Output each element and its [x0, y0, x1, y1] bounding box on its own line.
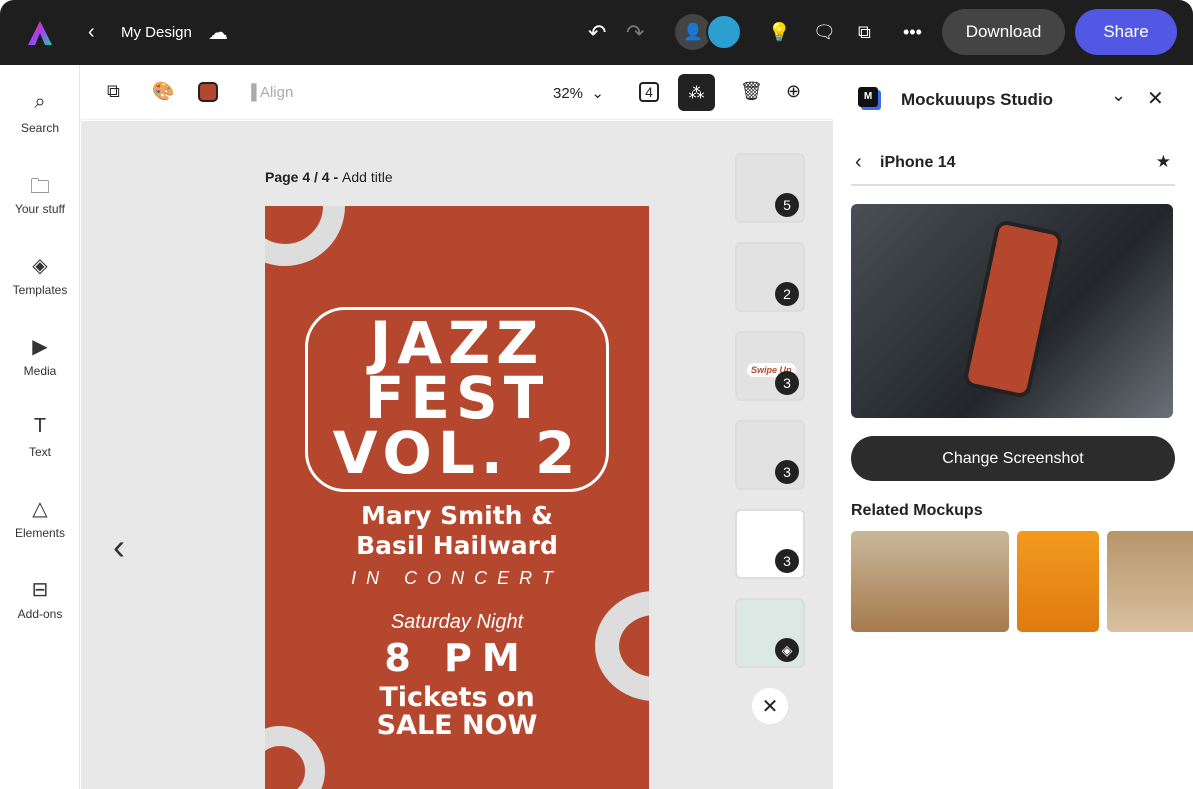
- page-thumbnail[interactable]: 2: [735, 242, 805, 312]
- more-icon[interactable]: •••: [903, 0, 922, 65]
- page-thumbnail[interactable]: ◈: [735, 598, 805, 668]
- zoom-dropdown[interactable]: 32% ⌄: [553, 84, 604, 102]
- templates-icon: ◈: [32, 255, 48, 277]
- tickets-text: Tickets on SALE NOW: [376, 682, 538, 741]
- share-comments-icon[interactable]: ⧉: [858, 0, 871, 65]
- folder-icon: 🗀: [30, 176, 50, 198]
- media-icon: ▶: [32, 336, 48, 358]
- palette-icon[interactable]: 🎨: [152, 81, 174, 102]
- reorder-icon[interactable]: ⁂: [678, 74, 715, 111]
- search-icon: ⌕: [34, 91, 46, 113]
- previous-page-icon[interactable]: ‹: [113, 526, 125, 568]
- canvas-toolbar: ⧉ 🎨 ▐ Align 32% ⌄ 4 ⁂ 🗑 ⊕: [81, 65, 833, 120]
- page-label: Page 4 / 4 - Add title: [265, 169, 393, 185]
- redo-icon[interactable]: ↷: [626, 0, 644, 65]
- sidebar-item-media[interactable]: ▶ Media: [0, 334, 80, 378]
- back-chevron-icon[interactable]: ‹: [88, 0, 95, 65]
- add-page-icon[interactable]: ⊕: [786, 81, 801, 102]
- mockup-preview-image: [851, 204, 1173, 418]
- add-title-link[interactable]: Add title: [342, 169, 393, 185]
- undo-icon[interactable]: ↶: [588, 0, 606, 65]
- adobe-express-logo[interactable]: [26, 0, 54, 65]
- sidebar-item-your-stuff[interactable]: 🗀 Your stuff: [0, 172, 80, 216]
- chevron-down-icon: ⌄: [587, 85, 604, 102]
- download-button[interactable]: Download: [942, 9, 1065, 55]
- elements-icon: △: [32, 498, 48, 520]
- day-text: Saturday Night: [390, 611, 524, 633]
- panel-title: Mockuuups Studio: [901, 90, 1054, 109]
- close-icon[interactable]: ✕: [1147, 86, 1164, 111]
- back-icon[interactable]: ‹: [855, 151, 862, 174]
- lightbulb-icon[interactable]: 💡: [768, 0, 790, 65]
- sidebar-item-add-ons[interactable]: ⊟ Add-ons: [0, 577, 80, 621]
- poster-page[interactable]: JAZZ FEST VOL. 2 Mary Smith & Basil Hailwar…: [265, 206, 649, 789]
- related-heading: Related Mockups: [851, 502, 983, 519]
- related-mockup[interactable]: [1017, 531, 1099, 632]
- related-mockup[interactable]: [851, 531, 1009, 632]
- design-title[interactable]: My Design: [121, 0, 192, 65]
- concert-text: IN CONCERT: [351, 568, 563, 588]
- related-mockup[interactable]: [1107, 531, 1193, 632]
- performers: Mary Smith & Basil Hailward: [356, 501, 558, 560]
- pages-icon[interactable]: 4: [639, 82, 659, 102]
- page-thumbnail[interactable]: Swipe Up 3: [735, 331, 805, 401]
- close-thumbnails-icon[interactable]: ✕: [752, 688, 788, 724]
- time-text: 8 PM: [384, 636, 530, 680]
- decor-shape: [265, 206, 345, 266]
- sidebar-item-text[interactable]: T Text: [0, 415, 80, 459]
- mockuuups-logo: M: [858, 87, 878, 107]
- fill-color-swatch[interactable]: [198, 82, 218, 102]
- comment-icon[interactable]: 🗨: [813, 0, 836, 65]
- canvas-area: Page 4 / 4 - Add title ‹ JAZZ FEST VOL. 2 …: [81, 121, 833, 789]
- top-bar: ‹ My Design ☁ ↶ ↷ 👤 💡 🗨 ⧉ ••• Download S…: [0, 0, 1193, 65]
- sidebar-item-elements[interactable]: △ Elements: [0, 496, 80, 540]
- resize-icon[interactable]: ⧉: [107, 81, 120, 102]
- chevron-down-icon[interactable]: ⌄: [1111, 85, 1126, 106]
- align-icon: ▐: [246, 84, 260, 101]
- page-thumbnail[interactable]: 3: [735, 420, 805, 490]
- share-button[interactable]: Share: [1075, 9, 1177, 55]
- mockup-header: ‹ iPhone 14 ★: [851, 151, 1175, 186]
- star-icon[interactable]: ★: [1156, 152, 1171, 172]
- align-button[interactable]: ▐ Align: [246, 84, 293, 101]
- addons-icon: ⊟: [31, 579, 49, 601]
- mockuuups-panel: M Mockuuups Studio ⌄ ✕ ‹ iPhone 14 ★ Cha…: [833, 65, 1193, 789]
- trash-icon[interactable]: 🗑: [740, 81, 763, 102]
- cloud-icon[interactable]: ☁: [208, 0, 228, 65]
- page-thumbnail[interactable]: 5: [735, 153, 805, 223]
- page-thumbnail[interactable]: 3: [735, 509, 805, 579]
- phone-mockup: [962, 218, 1064, 400]
- avatar[interactable]: [706, 14, 742, 50]
- change-screenshot-button[interactable]: Change Screenshot: [851, 436, 1175, 481]
- poster-title: JAZZ FEST VOL. 2: [332, 309, 582, 487]
- sidebar: ⌕ Search 🗀 Your stuff ◈ Templates ▶ Media TT…: [0, 65, 80, 789]
- sidebar-item-templates[interactable]: ◈ Templates: [0, 253, 80, 297]
- layers-icon: ◈: [775, 638, 799, 662]
- sidebar-item-search[interactable]: ⌕ Search: [0, 91, 80, 135]
- text-icon: T: [33, 415, 47, 437]
